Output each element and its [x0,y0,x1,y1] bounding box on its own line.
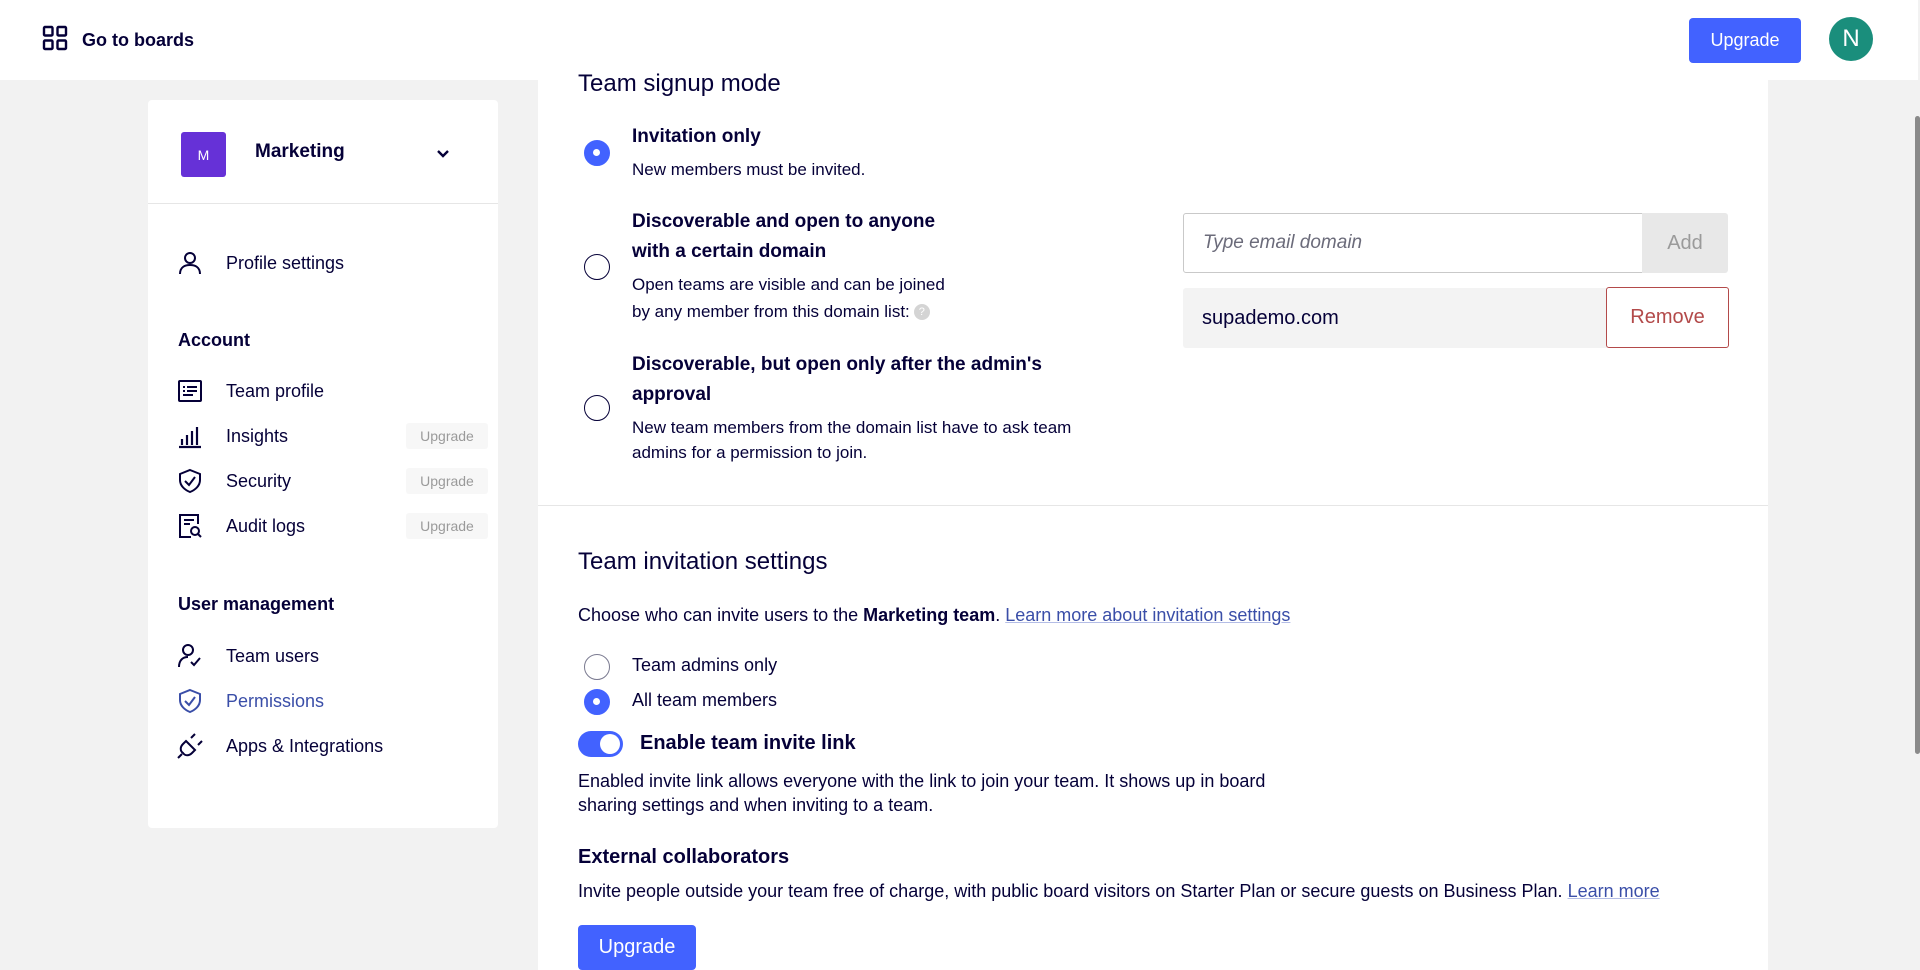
user-management-section-title: User management [178,594,335,614]
option-title: Discoverable and open to anyone [632,211,936,232]
option-description: New team members from the domain list ha… [632,418,1072,437]
sidebar-item-audit-logs[interactable]: Audit logs Upgrade [176,508,488,544]
team-name: Marketing [255,141,345,162]
option-description-text: by any member from this domain list: [632,302,910,321]
user-icon [176,249,204,277]
invite-link-description: sharing settings and when inviting to a … [578,795,934,815]
audit-logs-icon [176,512,204,540]
email-domain-input[interactable] [1183,213,1643,273]
team-switcher[interactable]: M Marketing [148,100,498,204]
grid-icon [42,25,68,56]
scrollbar-thumb[interactable] [1915,116,1920,754]
sidebar-item-insights[interactable]: Insights Upgrade [176,418,488,454]
upgrade-button[interactable]: Upgrade [1689,18,1801,63]
shield-icon [176,467,204,495]
option-description: Open teams are visible and can be joined [632,275,945,294]
upgrade-badge[interactable]: Upgrade [406,468,488,494]
radio-discoverable-approval[interactable] [584,395,610,421]
shield-check-icon [176,687,204,715]
sidebar-item-apps-integrations[interactable]: Apps & Integrations [176,728,476,764]
user-check-icon [176,642,204,670]
chevron-down-icon[interactable] [433,142,453,166]
invitation-intro: Choose who can invite users to the Marke… [578,602,1290,629]
option-title: Invitation only [632,126,761,147]
remove-domain-button[interactable]: Remove [1606,287,1729,348]
add-domain-button[interactable]: Add [1642,213,1728,273]
option-description: admins for a permission to join. [632,443,868,462]
sidebar-item-label: Profile settings [226,252,345,273]
go-to-boards-button[interactable]: Go to boards [42,25,194,56]
intro-team-name: Marketing team [863,605,996,625]
option-title: approval [632,384,712,405]
invite-link-toggle-label: Enable team invite link [640,732,856,754]
team-profile-icon [176,377,204,405]
intro-prefix: Choose who can invite users to the [578,605,864,625]
radio-label: All team members [632,690,778,710]
sidebar-item-team-profile[interactable]: Team profile [176,373,476,409]
invite-link-description: Enabled invite link allows everyone with… [578,771,1266,791]
option-description: New members must be invited. [632,160,866,179]
signup-mode-title: Team signup mode [578,70,781,97]
sidebar: M Marketing Profile settings Account Tea… [148,100,498,828]
sidebar-item-security[interactable]: Security Upgrade [176,463,488,499]
external-description-text: Invite people outside your team free of … [578,881,1563,901]
radio-team-admins-only[interactable] [584,654,610,680]
learn-more-link[interactable]: Learn more [1568,881,1660,901]
sidebar-item-team-users[interactable]: Team users [176,638,476,674]
external-collaborators-description: Invite people outside your team free of … [578,878,1660,905]
insights-icon [176,422,204,450]
sidebar-item-label: Insights [226,425,289,446]
external-collaborators-title: External collaborators [578,846,790,868]
invite-link-toggle[interactable] [578,731,623,757]
top-bar: Go to boards Upgrade N [0,0,1918,80]
sidebar-item-profile-settings[interactable]: Profile settings [176,245,476,281]
sidebar-item-label: Permissions [226,690,325,711]
upgrade-badge[interactable]: Upgrade [406,423,488,449]
radio-all-team-members[interactable] [584,689,610,715]
main-panel: Team signup mode Invitation only New mem… [538,70,1768,970]
sidebar-item-label: Team profile [226,380,325,401]
upgrade-external-button[interactable]: Upgrade [578,925,696,970]
plug-icon [176,732,204,760]
invitation-settings-title: Team invitation settings [578,548,828,575]
section-divider [538,505,1768,506]
account-section-title: Account [178,330,250,350]
sidebar-item-label: Security [226,470,292,491]
sidebar-item-label: Audit logs [226,515,306,536]
intro-suffix: . [995,605,1006,625]
team-badge: M [181,132,226,177]
radio-invitation-only[interactable] [584,140,610,166]
option-title: with a certain domain [632,241,827,262]
sidebar-item-permissions[interactable]: Permissions [176,683,476,719]
option-title: Discoverable, but open only after the ad… [632,354,1042,375]
go-to-boards-label: Go to boards [82,29,194,50]
radio-discoverable-open[interactable] [584,254,610,280]
domain-list-item: supademo.com [1183,288,1607,348]
avatar[interactable]: N [1829,17,1873,61]
upgrade-badge[interactable]: Upgrade [406,513,488,539]
help-icon[interactable]: ? [913,304,930,320]
toggle-knob [600,734,620,754]
radio-label: Team admins only [632,655,778,675]
sidebar-item-label: Team users [226,645,320,666]
learn-more-invitation-link[interactable]: Learn more about invitation settings [1005,605,1290,625]
option-description: by any member from this domain list:? [632,299,930,324]
sidebar-item-label: Apps & Integrations [226,735,384,756]
